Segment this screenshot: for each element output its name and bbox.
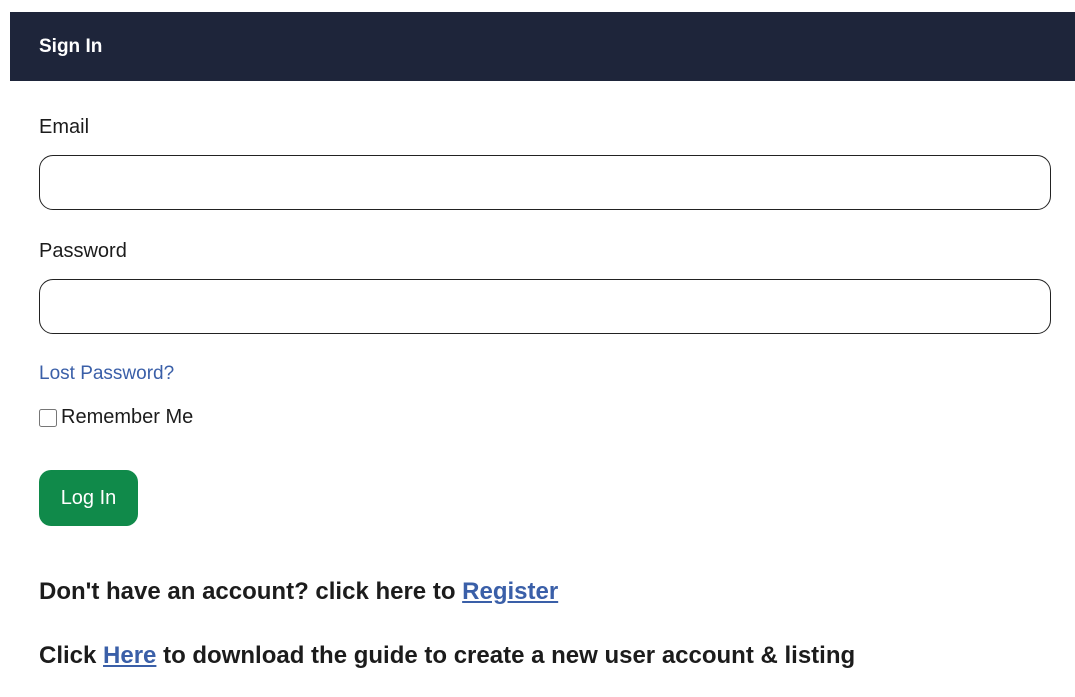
login-button[interactable]: Log In <box>39 470 138 526</box>
remember-me-row: Remember Me <box>39 406 193 429</box>
register-prompt-text: Don't have an account? click here to <box>39 578 463 605</box>
password-input[interactable] <box>39 279 1051 334</box>
register-link[interactable]: Register <box>462 578 558 605</box>
password-label: Password <box>39 240 127 262</box>
lost-password-link[interactable]: Lost Password? <box>39 363 174 385</box>
header-title: Sign In <box>39 35 103 57</box>
remember-me-checkbox[interactable] <box>39 408 57 427</box>
guide-prompt: Click Here to download the guide to crea… <box>39 642 855 670</box>
email-label: Email <box>39 116 90 138</box>
sign-in-page: Sign In Email Password Lost Password? Re… <box>0 0 1075 697</box>
remember-me-label: Remember Me <box>61 406 194 428</box>
register-prompt: Don't have an account? click here to Reg… <box>39 578 558 606</box>
guide-download-link[interactable]: Here <box>103 642 156 669</box>
guide-prompt-suffix: to download the guide to create a new us… <box>156 642 856 669</box>
sign-in-header: Sign In <box>10 12 1075 81</box>
email-input[interactable] <box>39 155 1051 210</box>
guide-prompt-prefix: Click <box>39 642 104 669</box>
